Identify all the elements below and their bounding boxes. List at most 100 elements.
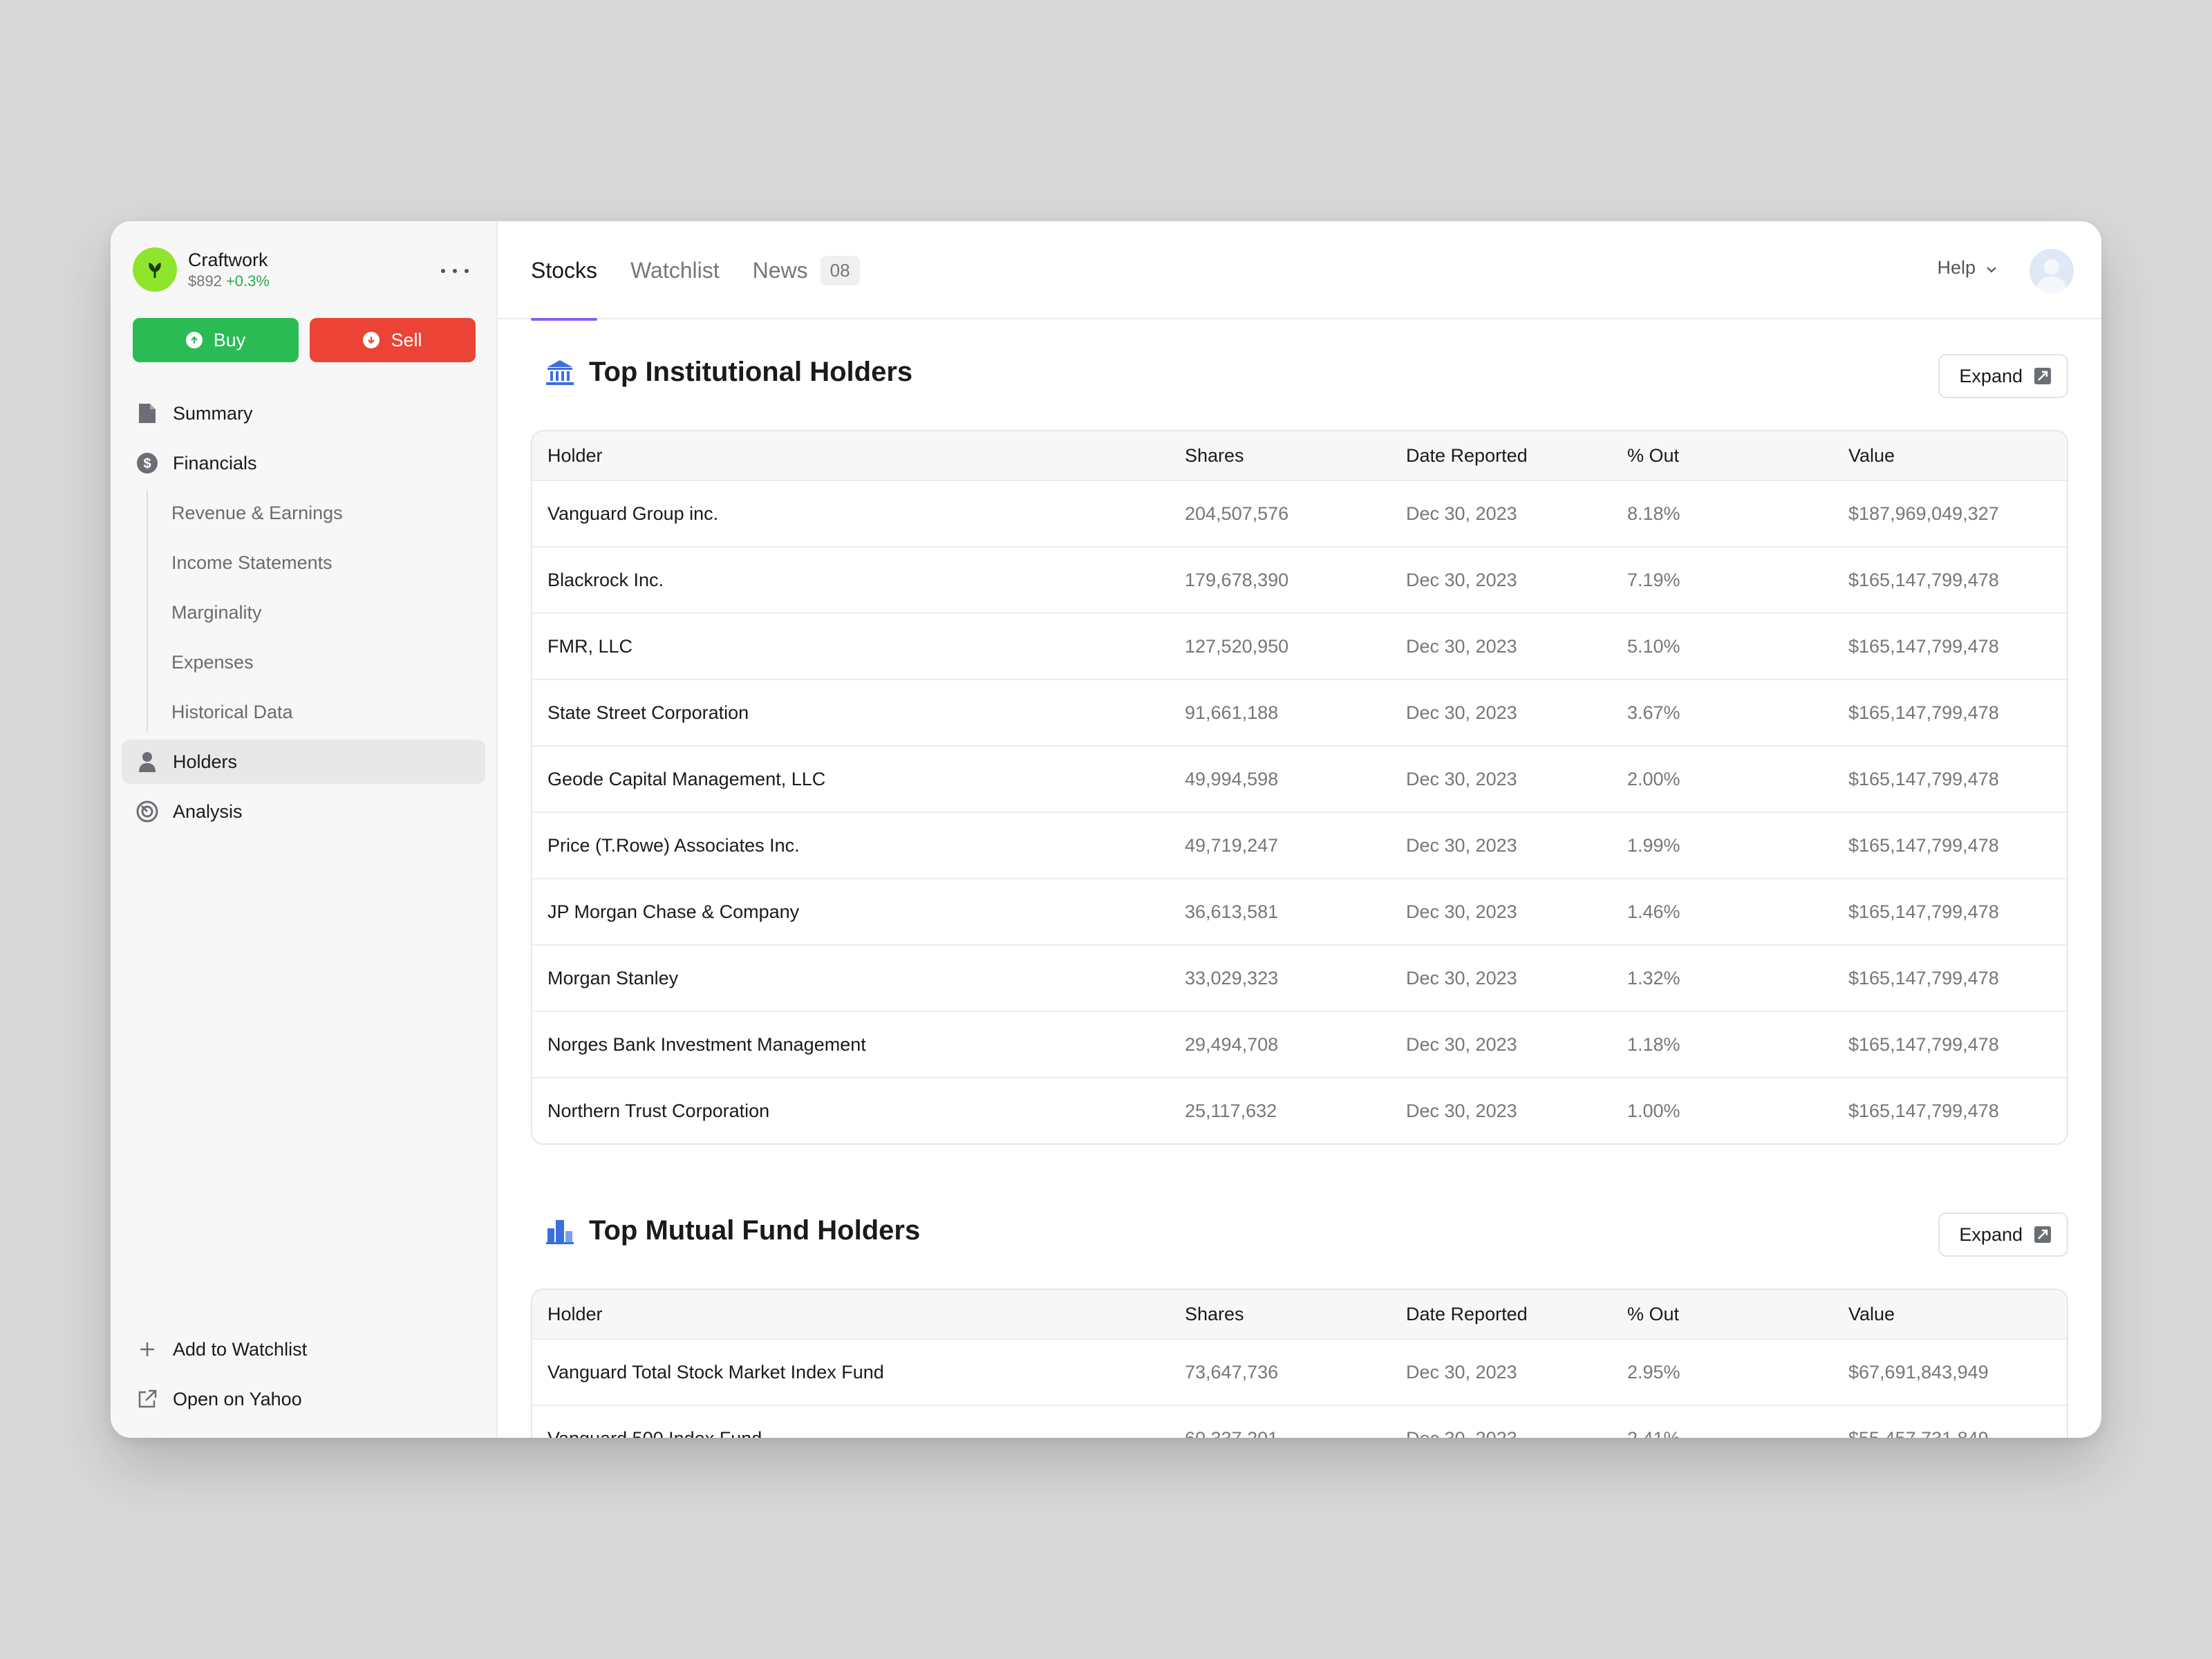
sidebar-item-holders[interactable]: Holders xyxy=(122,740,485,784)
column-header-holder[interactable]: Holder xyxy=(532,445,1185,467)
chevron-down-icon xyxy=(1985,257,1998,279)
column-header-date-reported[interactable]: Date Reported xyxy=(1406,1304,1627,1325)
sidebar-item-label: Summary xyxy=(173,402,253,424)
shares-cell: 204,507,576 xyxy=(1185,503,1289,524)
buy-label: Buy xyxy=(213,329,246,350)
table-row[interactable]: Vanguard Total Stock Market Index Fund 7… xyxy=(532,1338,2067,1405)
pct-out-cell: 2.41% xyxy=(1627,1428,1848,1438)
date-cell: Dec 30, 2023 xyxy=(1406,503,1517,524)
sidebar-item-income-statements[interactable]: Income Statements xyxy=(122,541,485,585)
value-cell: $165,147,799,478 xyxy=(1848,1100,1999,1121)
section-title: Top Institutional Holders xyxy=(545,357,912,388)
svg-text:$: $ xyxy=(143,456,151,471)
value-cell: $165,147,799,478 xyxy=(1848,635,1999,657)
sidebar-item-expenses[interactable]: Expenses xyxy=(122,640,485,684)
table-row[interactable]: Norges Bank Investment Management 29,494… xyxy=(532,1011,2067,1077)
add-to-watchlist-button[interactable]: Add to Watchlist xyxy=(122,1327,485,1371)
date-cell: Dec 30, 2023 xyxy=(1406,768,1517,789)
financials-subnav: Revenue & Earnings Income Statements Mar… xyxy=(122,491,485,734)
bank-icon xyxy=(545,357,575,388)
date-cell: Dec 30, 2023 xyxy=(1406,901,1517,922)
main-panel: Stocks Watchlist News 08 Help Top Instit… xyxy=(498,221,2101,1438)
date-cell: Dec 30, 2023 xyxy=(1406,1361,1517,1382)
sidebar-item-summary[interactable]: Summary xyxy=(122,391,485,435)
avatar[interactable] xyxy=(2030,249,2074,293)
value-cell: $55,457,731,849 xyxy=(1848,1428,2067,1438)
tab-news[interactable]: News 08 xyxy=(753,221,860,319)
mutual-fund-holders-section: Top Mutual Fund Holders Expand Holder Sh… xyxy=(531,1178,2068,1438)
sidebar-item-label: Holders xyxy=(173,751,238,772)
table-row[interactable]: Vanguard 500 Index Fund 60,337,201 Dec 3… xyxy=(532,1405,2067,1438)
brand: Craftwork $892 +0.3% xyxy=(133,247,270,292)
app-window: Craftwork $892 +0.3% Buy Sell Summary $ … xyxy=(111,221,2101,1438)
open-on-yahoo-label: Open on Yahoo xyxy=(173,1388,302,1409)
content-area: Top Institutional Holders Expand Holder … xyxy=(531,319,2068,1438)
brand-name: Craftwork xyxy=(188,250,268,270)
sidebar-item-marginality[interactable]: Marginality xyxy=(122,590,485,635)
table-row[interactable]: Northern Trust Corporation 25,117,632 De… xyxy=(532,1077,2067,1143)
help-menu[interactable]: Help xyxy=(1937,257,1998,279)
holder-cell: Blackrock Inc. xyxy=(547,569,664,590)
date-cell: Dec 30, 2023 xyxy=(1406,1428,1627,1438)
column-header-date-reported[interactable]: Date Reported xyxy=(1406,445,1627,467)
section-title-text: Top Institutional Holders xyxy=(589,357,913,387)
more-options-icon[interactable] xyxy=(441,263,469,279)
value-cell: $165,147,799,478 xyxy=(1848,569,1999,590)
tab-watchlist[interactable]: Watchlist xyxy=(630,221,720,319)
sell-button[interactable]: Sell xyxy=(310,318,476,362)
column-header-pct-out[interactable]: % Out xyxy=(1627,445,1848,467)
shares-cell: 49,719,247 xyxy=(1185,834,1279,856)
expand-label: Expand xyxy=(1959,1224,2023,1245)
expand-button[interactable]: Expand xyxy=(1938,354,2068,398)
sidebar-item-historical-data[interactable]: Historical Data xyxy=(122,690,485,734)
value-cell: $165,147,799,478 xyxy=(1848,901,1999,922)
brand-price-line: $892 +0.3% xyxy=(188,272,270,291)
open-on-yahoo-link[interactable]: Open on Yahoo xyxy=(122,1377,485,1421)
institutional-holders-section: Top Institutional Holders Expand Holder … xyxy=(531,319,2068,1145)
sidebar-item-analysis[interactable]: Analysis xyxy=(122,789,485,834)
holder-cell: FMR, LLC xyxy=(547,635,633,657)
column-header-shares[interactable]: Shares xyxy=(1185,445,1406,467)
column-header-value[interactable]: Value xyxy=(1848,445,2067,467)
holder-cell: State Street Corporation xyxy=(547,702,749,723)
table-row[interactable]: Morgan Stanley 33,029,323 Dec 30, 2023 1… xyxy=(532,944,2067,1011)
pct-out-cell: 1.99% xyxy=(1627,834,1680,856)
table-row[interactable]: Price (T.Rowe) Associates Inc. 49,719,24… xyxy=(532,812,2067,878)
pct-out-cell: 2.95% xyxy=(1627,1361,1680,1382)
section-title: Top Mutual Fund Holders xyxy=(545,1215,920,1246)
column-header-value[interactable]: Value xyxy=(1848,1304,2067,1325)
tab-bar: Stocks Watchlist News 08 xyxy=(531,221,860,321)
column-header-shares[interactable]: Shares xyxy=(1185,1304,1406,1325)
table-row[interactable]: JP Morgan Chase & Company 36,613,581 Dec… xyxy=(532,878,2067,944)
pct-out-cell: 2.00% xyxy=(1627,768,1680,789)
sidebar-item-label: Analysis xyxy=(173,800,243,822)
table-row[interactable]: Blackrock Inc. 179,678,390 Dec 30, 2023 … xyxy=(532,546,2067,612)
brand-price: $892 xyxy=(188,272,222,290)
table-row[interactable]: Vanguard Group inc. 204,507,576 Dec 30, … xyxy=(532,480,2067,546)
trade-buttons: Buy Sell xyxy=(133,318,476,362)
table-row[interactable]: Geode Capital Management, LLC 49,994,598… xyxy=(532,745,2067,812)
holder-cell: Northern Trust Corporation xyxy=(547,1100,770,1121)
table-row[interactable]: State Street Corporation 91,661,188 Dec … xyxy=(532,679,2067,745)
value-cell: $165,147,799,478 xyxy=(1848,768,1999,789)
shares-cell: 91,661,188 xyxy=(1185,702,1279,723)
expand-icon xyxy=(2034,367,2052,385)
shares-cell: 49,994,598 xyxy=(1185,768,1279,789)
tab-news-label: News xyxy=(752,257,808,283)
sidebar-nav: Summary $ Financials Revenue & Earnings … xyxy=(122,391,485,839)
table-row[interactable]: FMR, LLC 127,520,950 Dec 30, 2023 5.10% … xyxy=(532,612,2067,679)
expand-button[interactable]: Expand xyxy=(1938,1212,2068,1257)
date-cell: Dec 30, 2023 xyxy=(1406,967,1517,988)
column-header-holder[interactable]: Holder xyxy=(532,1304,1185,1325)
tab-stocks[interactable]: Stocks xyxy=(531,221,598,321)
sidebar-footer: Add to Watchlist Open on Yahoo xyxy=(122,1327,485,1427)
pct-out-cell: 1.18% xyxy=(1627,1033,1680,1055)
date-cell: Dec 30, 2023 xyxy=(1406,635,1517,657)
mutual-fund-holders-table: Holder Shares Date Reported % Out Value … xyxy=(531,1288,2068,1438)
sidebar-item-financials[interactable]: $ Financials xyxy=(122,441,485,485)
shares-cell: 36,613,581 xyxy=(1185,901,1279,922)
value-cell: $165,147,799,478 xyxy=(1848,1033,1999,1055)
column-header-pct-out[interactable]: % Out xyxy=(1627,1304,1848,1325)
buy-button[interactable]: Buy xyxy=(133,318,299,362)
sidebar-item-revenue-earnings[interactable]: Revenue & Earnings xyxy=(122,491,485,535)
